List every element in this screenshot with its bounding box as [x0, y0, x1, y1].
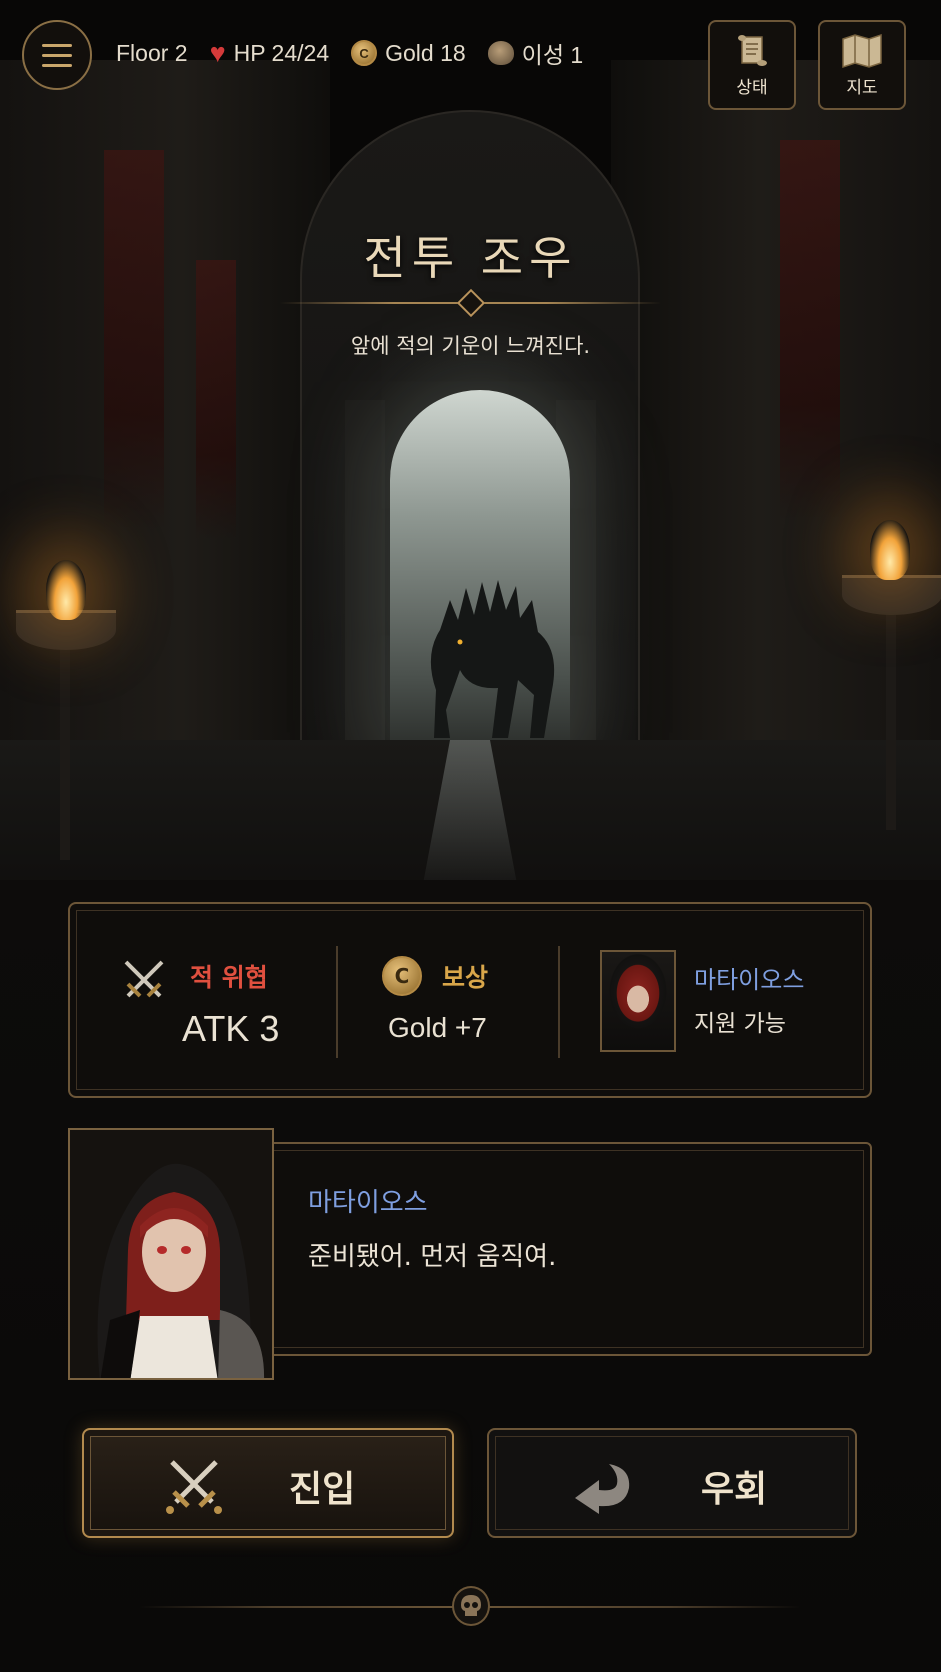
return-arrow-icon — [575, 1464, 630, 1514]
reward-section: C 보상 Gold +7 — [338, 904, 558, 1100]
torch-post-right — [886, 610, 896, 830]
flame-right — [870, 520, 910, 580]
torch-post-left — [60, 640, 70, 860]
sanity-text: 이성 1 — [521, 42, 584, 68]
evade-label: 우회 — [701, 1469, 768, 1510]
threat-label: 적 위협 — [190, 963, 268, 992]
coin-icon: C — [351, 40, 378, 66]
reward-value: Gold +7 — [388, 1012, 487, 1043]
gold-text: Gold 18 — [385, 39, 466, 66]
sanity-stat: 이성 1 — [487, 36, 584, 70]
speaker-portrait — [68, 1128, 274, 1380]
encounter-subtitle: 앞에 적의 기운이 느껴진다. — [350, 334, 591, 358]
brain-icon — [487, 41, 514, 65]
hooded-character-art — [70, 1130, 272, 1378]
scroll-icon — [738, 34, 767, 66]
status-button[interactable]: 상태 — [708, 20, 796, 110]
gold-stat: C Gold 18 — [351, 40, 466, 67]
heart-icon: ♥ — [209, 37, 226, 68]
floor-stat: Floor 2 — [116, 40, 188, 67]
crossed-swords-icon — [166, 1460, 222, 1514]
encounter-info-panel: 적 위협 ATK 3 C 보상 Gold +7 마타이오스 지원 가능 — [68, 902, 872, 1098]
dialogue-speaker: 마타이오스 — [308, 1188, 428, 1218]
threat-value: ATK 3 — [182, 1008, 280, 1049]
status-label: 상태 — [736, 77, 768, 98]
monster-silhouette — [430, 580, 555, 738]
skull-icon — [452, 1586, 490, 1626]
menu-icon-bar — [42, 53, 72, 57]
menu-icon-bar — [42, 43, 72, 47]
skull-glyph — [461, 1595, 481, 1616]
evade-button[interactable]: 우회 — [487, 1428, 857, 1538]
crossed-swords-icon — [124, 960, 164, 998]
enter-button[interactable]: 진입 — [82, 1428, 454, 1538]
player-stats: Floor 2 ♥ HP 24/24 C Gold 18 이성 1 — [116, 30, 583, 76]
dialogue-line: 준비됐어. 먼저 움직여. — [308, 1242, 557, 1272]
coin-icon: C — [382, 956, 422, 996]
threat-section: 적 위협 ATK 3 — [70, 904, 336, 1100]
hp-text: HP 24/24 — [233, 39, 330, 66]
encounter-title: 전투 조우 — [363, 231, 578, 285]
floor-text: Floor 2 — [116, 39, 188, 66]
ally-portrait — [600, 950, 676, 1052]
menu-button[interactable] — [22, 20, 92, 90]
ally-name: 마타이오스 — [694, 966, 805, 994]
map-label: 지도 — [846, 77, 878, 98]
enter-label: 진입 — [289, 1469, 356, 1510]
hp-stat: ♥ HP 24/24 — [209, 37, 330, 68]
door-pillar-left — [345, 400, 385, 760]
map-button[interactable]: 지도 — [818, 20, 906, 110]
torch-right — [842, 575, 941, 615]
banner-left-small — [196, 260, 236, 540]
reward-label: 보상 — [442, 963, 489, 992]
menu-icon-bar — [42, 63, 72, 67]
ally-section[interactable]: 마타이오스 지원 가능 — [560, 904, 870, 1100]
ally-status: 지원 가능 — [694, 1011, 786, 1037]
map-icon — [842, 33, 882, 68]
flame-left — [46, 560, 86, 620]
